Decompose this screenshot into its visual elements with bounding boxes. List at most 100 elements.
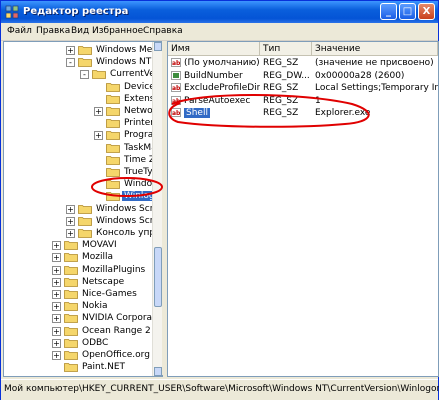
- value-data: 1: [315, 95, 321, 106]
- registry-value-row[interactable]: BuildNumber REG_DW... 0x00000a28 (2600): [168, 70, 438, 82]
- expand-icon[interactable]: +: [52, 302, 61, 312]
- menu-edit[interactable]: Правка: [36, 26, 70, 36]
- folder-icon: [64, 351, 78, 360]
- registry-value-row[interactable]: ab ExcludeProfileDirs REG_SZ Local Settings…: [168, 82, 438, 94]
- registry-values-list[interactable]: Имя Тип Значение ab (По умолчанию) REG_SZ(…: [167, 41, 439, 377]
- tree-item[interactable]: + ODBC: [52, 337, 162, 349]
- window-title: Редактор реестра: [23, 6, 129, 17]
- collapse-icon[interactable]: -: [66, 58, 75, 68]
- tree-item[interactable]: + OpenOffice.org: [52, 349, 162, 361]
- tree-item[interactable]: + Mozilla: [52, 251, 162, 263]
- column-header-type[interactable]: Тип: [260, 42, 312, 56]
- tree-item[interactable]: - CurrentVersi: [80, 68, 162, 80]
- value-type: REG_SZ: [263, 95, 299, 106]
- expand-icon[interactable]: +: [52, 253, 61, 263]
- registry-key-tree[interactable]: + Windows Media - Windows NT - CurrentVersi De…: [3, 41, 163, 377]
- value-type: REG_SZ: [263, 83, 299, 93]
- scroll-up-arrow[interactable]: [154, 42, 162, 51]
- menu-file[interactable]: Файл: [7, 26, 32, 36]
- folder-icon: [106, 107, 120, 116]
- folder-icon: [78, 229, 92, 238]
- value-type: REG_SZ: [263, 108, 299, 118]
- expand-icon[interactable]: +: [52, 265, 61, 275]
- registry-value-row[interactable]: ab (По умолчанию) REG_SZ (значение не присв…: [168, 57, 438, 69]
- column-header-name[interactable]: Имя: [168, 42, 260, 56]
- tree-item[interactable]: + Ocean Range 2: [52, 325, 162, 337]
- tree-item[interactable]: + MozillaPlugins: [52, 264, 162, 276]
- registry-value-row[interactable]: ab ParseAutoexec REG_SZ 1: [168, 95, 438, 107]
- tree-item-label: Nice-Games: [82, 289, 137, 299]
- folder-icon: [92, 70, 106, 80]
- tree-item[interactable]: + Windows Script: [66, 203, 162, 215]
- tree-item[interactable]: + NVIDIA Corporation: [52, 312, 162, 324]
- scrollbar-thumb[interactable]: [154, 247, 162, 307]
- string-value-icon: ab: [171, 95, 181, 105]
- expand-icon[interactable]: +: [66, 46, 75, 55]
- tree-item[interactable]: + Nice-Games: [52, 288, 162, 300]
- menu-view[interactable]: Вид: [71, 26, 89, 36]
- folder-icon: [106, 82, 120, 92]
- title-bar[interactable]: Редактор реестра _ □ X: [1, 1, 438, 23]
- folder-icon: [64, 314, 78, 324]
- tree-item-label: Mozilla: [82, 252, 114, 263]
- folder-icon: [64, 302, 78, 312]
- tree-item-label: Nokia: [82, 301, 108, 312]
- scroll-down-arrow[interactable]: [154, 367, 162, 376]
- folder-icon: [78, 58, 92, 68]
- tree-item[interactable]: + Nokia: [52, 300, 162, 312]
- expand-icon[interactable]: +: [52, 277, 61, 287]
- expand-icon[interactable]: +: [52, 241, 61, 251]
- tree-item[interactable]: + Netscape: [52, 276, 162, 288]
- tree-item[interactable]: + Консоль управ.: [66, 227, 162, 239]
- menu-bar: Файл Правка Вид Избранное Справка: [1, 23, 438, 41]
- folder-icon: [78, 46, 92, 55]
- maximize-button[interactable]: □: [399, 3, 416, 20]
- pane-splitter[interactable]: [162, 41, 166, 375]
- expand-icon[interactable]: +: [52, 314, 61, 324]
- tree-item-label: OpenOffice.org: [82, 350, 150, 360]
- collapse-icon[interactable]: -: [80, 70, 89, 80]
- tree-item[interactable]: - Windows NT: [66, 56, 162, 68]
- expand-icon[interactable]: +: [94, 107, 103, 116]
- expand-icon[interactable]: +: [52, 338, 61, 348]
- folder-icon: [64, 326, 78, 336]
- minimize-button[interactable]: _: [380, 3, 397, 20]
- tree-item[interactable]: Paint.NET: [52, 361, 162, 373]
- tree-item[interactable]: + Windows Media: [66, 44, 162, 56]
- string-value-icon: ab: [171, 58, 181, 67]
- folder-icon: [64, 253, 78, 263]
- expand-icon[interactable]: +: [66, 204, 75, 214]
- expand-icon[interactable]: +: [94, 131, 103, 141]
- tree-item-label: Windows NT: [96, 57, 152, 68]
- menu-help[interactable]: Справка: [143, 26, 183, 36]
- folder-icon: [106, 155, 120, 165]
- folder-icon: [106, 168, 120, 177]
- folder-icon: [78, 204, 92, 214]
- folder-icon: [106, 131, 120, 141]
- folder-icon: [106, 180, 120, 190]
- expand-icon[interactable]: +: [52, 351, 61, 360]
- folder-icon: [106, 94, 120, 104]
- expand-icon[interactable]: +: [52, 326, 61, 336]
- registry-editor-window: Редактор реестра _ □ X Файл Правка Вид И…: [0, 0, 439, 400]
- folder-icon: [106, 143, 120, 153]
- column-header-value[interactable]: Значение: [312, 42, 438, 56]
- expand-icon[interactable]: +: [66, 216, 75, 226]
- tree-item-label: Ocean Range 2: [82, 325, 151, 336]
- tree-item-label: MozillaPlugins: [82, 264, 146, 275]
- value-name: ExcludeProfileDirs: [184, 83, 260, 93]
- folder-icon: [78, 216, 92, 226]
- registry-value-row[interactable]: ab Shell REG_SZ Explorer.exe: [168, 107, 438, 119]
- open-folder-icon: [106, 192, 120, 202]
- close-button[interactable]: X: [418, 3, 435, 20]
- tree-item[interactable]: + MOVAVI: [52, 239, 162, 251]
- expand-icon[interactable]: +: [52, 290, 61, 299]
- expand-icon[interactable]: +: [66, 229, 75, 238]
- tree-item-label: MOVAVI: [82, 240, 117, 251]
- tree-item-label: Paint.NET: [82, 362, 126, 373]
- tree-item[interactable]: + Windows Script: [66, 215, 162, 227]
- folder-icon: [64, 338, 78, 348]
- menu-favorites[interactable]: Избранное: [92, 26, 143, 36]
- folder-icon: [106, 119, 120, 129]
- value-data: Explorer.exe: [315, 108, 371, 118]
